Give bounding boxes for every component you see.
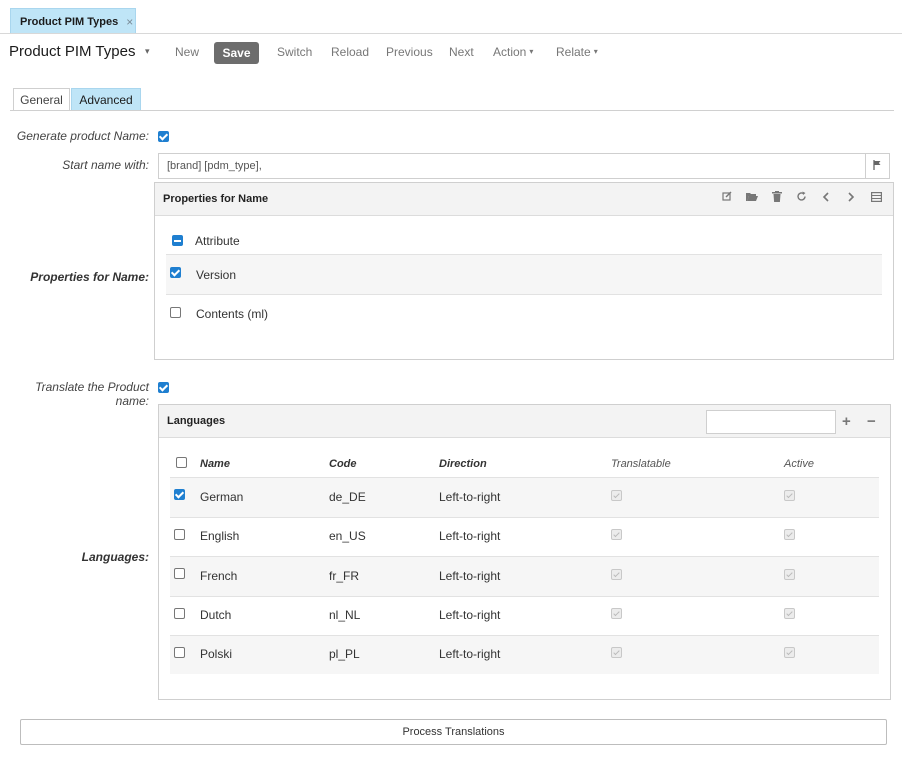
generate-name-checkbox[interactable] [158,131,169,142]
row-divider [170,517,879,518]
row-select-checkbox[interactable] [174,529,185,540]
translatable-checkbox [611,529,622,540]
generate-name-label: Generate product Name: [16,129,149,143]
tab-general[interactable]: General [13,88,70,111]
action-menu[interactable]: Action ▾ [493,45,533,59]
start-name-input[interactable]: [brand] [pdm_type], [158,153,866,179]
table-row[interactable] [170,478,879,517]
column-header-name[interactable]: Name [200,458,230,470]
language-code: pl_PL [329,647,360,661]
chevron-down-icon: ▾ [529,47,534,56]
row-divider [166,294,882,295]
doc-tab-product-pim-types[interactable]: Product PIM Types × [10,8,136,34]
tab-divider [10,110,894,111]
language-name: English [200,529,240,543]
start-name-value: [brand] [pdm_type], [167,160,262,172]
remove-icon[interactable]: − [867,413,876,430]
action-menu-label: Action [493,45,527,59]
row-select-checkbox[interactable] [174,489,185,500]
reload-button[interactable]: Reload [331,45,369,59]
table-row[interactable] [170,557,879,596]
version-checkbox[interactable] [170,267,181,278]
properties-label: Properties for Name: [30,270,149,284]
language-direction: Left-to-right [439,529,501,543]
language-direction: Left-to-right [439,490,501,504]
save-button[interactable]: Save [214,42,259,64]
column-header-translatable[interactable]: Translatable [611,458,671,470]
language-direction: Left-to-right [439,608,501,622]
next-button[interactable]: Next [449,45,474,59]
language-code: de_DE [329,490,366,504]
properties-panel-title: Properties for Name [163,193,269,205]
refresh-icon[interactable] [794,191,808,205]
properties-panel: Properties for Name Attribute Version Co… [154,182,894,360]
folder-open-icon[interactable] [745,191,759,205]
title-dropdown-icon[interactable]: ▾ [145,46,150,57]
previous-button[interactable]: Previous [386,45,433,59]
property-attribute-label: Attribute [195,234,240,248]
language-code: fr_FR [329,569,359,583]
column-header-direction[interactable]: Direction [439,458,487,470]
start-name-label: Start name with: [62,158,149,172]
translatable-checkbox [611,608,622,619]
language-direction: Left-to-right [439,569,501,583]
translate-checkbox[interactable] [158,382,169,393]
language-direction: Left-to-right [439,647,501,661]
list-view-icon[interactable] [869,191,883,205]
column-header-active[interactable]: Active [784,458,814,470]
list-item[interactable] [166,255,882,294]
language-name: Polski [200,647,233,661]
languages-search-input[interactable] [706,410,836,434]
languages-label: Languages: [81,550,149,564]
edit-icon[interactable] [720,191,734,205]
active-checkbox [784,569,795,580]
active-checkbox [784,490,795,501]
language-name: Dutch [200,608,232,622]
row-select-checkbox[interactable] [174,568,185,579]
row-select-checkbox[interactable] [174,647,185,658]
translate-label: Translate the Product name: [35,380,149,408]
attribute-checkbox[interactable] [172,235,183,246]
active-checkbox [784,608,795,619]
language-code: en_US [329,529,366,543]
property-version-label: Version [196,268,237,282]
switch-button[interactable]: Switch [277,45,312,59]
table-row[interactable] [170,636,879,674]
languages-panel-title: Languages [167,415,226,427]
new-button[interactable]: New [175,45,199,59]
translatable-checkbox [611,569,622,580]
chevron-left-icon[interactable] [819,191,833,205]
row-select-checkbox[interactable] [174,608,185,619]
active-checkbox [784,647,795,658]
tab-strip-divider [0,33,902,34]
translatable-checkbox [611,647,622,658]
page-title: Product PIM Types [9,43,136,60]
trash-icon[interactable] [770,191,784,205]
contents-checkbox[interactable] [170,307,181,318]
close-icon[interactable]: × [126,15,133,29]
relate-menu-label: Relate [556,45,591,59]
translatable-checkbox [611,490,622,501]
active-checkbox [784,529,795,540]
language-name: German [200,490,244,504]
add-icon[interactable]: + [842,413,851,430]
languages-panel: Languages + − Name Code Direction Transl… [158,404,891,700]
property-contents-label: Contents (ml) [196,307,269,321]
tab-advanced[interactable]: Advanced [71,88,141,111]
chevron-right-icon[interactable] [844,191,858,205]
process-translations-button[interactable]: Process Translations [20,719,887,745]
flag-button[interactable] [865,153,890,179]
row-divider [170,596,879,597]
chevron-down-icon: ▾ [593,47,598,56]
relate-menu[interactable]: Relate ▾ [556,45,598,59]
language-code: nl_NL [329,608,361,622]
select-all-checkbox[interactable] [176,457,187,468]
language-name: French [200,569,238,583]
flag-icon [873,159,882,173]
doc-tab-label: Product PIM Types [20,15,119,28]
column-header-code[interactable]: Code [329,458,357,470]
